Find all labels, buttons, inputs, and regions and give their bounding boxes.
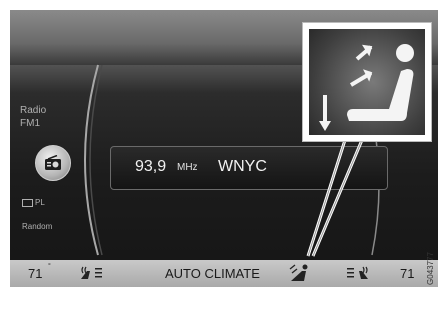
airflow-zoom-callout <box>302 22 432 142</box>
airflow-zoom-background <box>309 29 425 135</box>
image-code-text: G043777 <box>425 252 435 285</box>
photo-frame: Radio FM1 PL Random 93,9 MHz WNYC 71 ° A… <box>0 0 441 309</box>
image-code: G043777 <box>426 250 438 290</box>
airflow-zoom-icon <box>319 44 414 131</box>
